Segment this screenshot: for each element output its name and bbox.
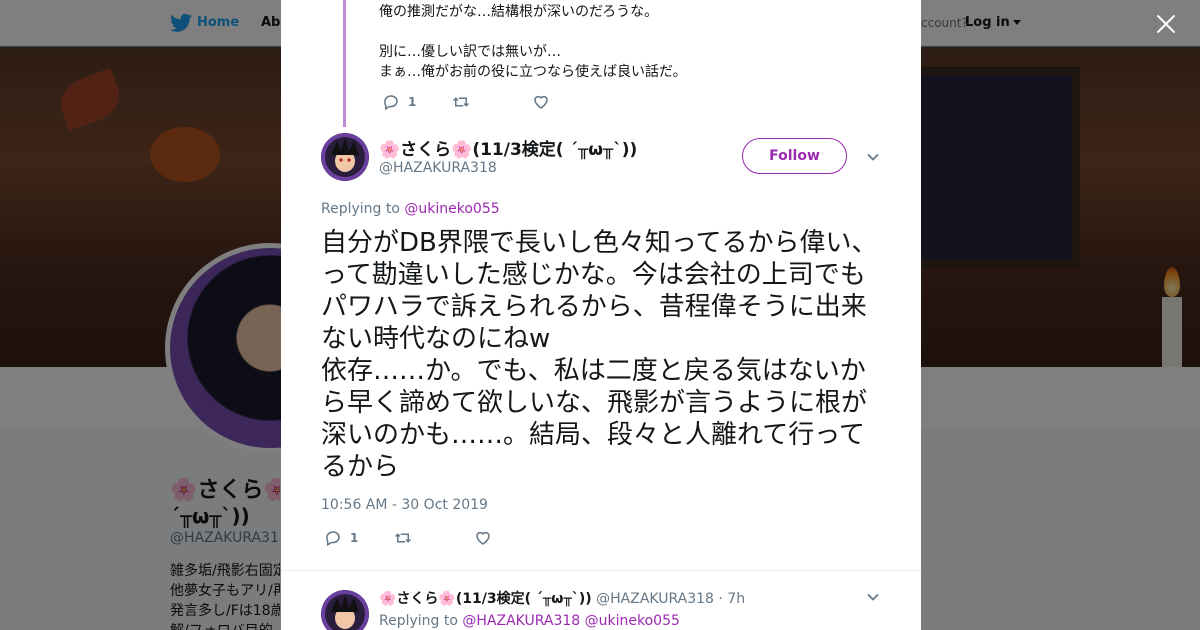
follow-button[interactable]: Follow [742,138,847,174]
previous-tweet-line [379,22,687,42]
previous-tweet-line: 俺の推測だがな…結構根が深いのだろうな。 [379,4,659,20]
author-avatar[interactable] [321,133,369,181]
previous-tweet-line: 別に…優しい訳では無いが… [379,44,561,60]
reply-divider [281,570,921,571]
like-button[interactable] [474,529,510,547]
like-button[interactable] [532,93,568,111]
reply-author-name[interactable]: 🌸さくら🌸(11/3検定( ´╥ω╥`)) [379,591,592,607]
reply-icon [384,95,398,111]
tweet-text: 自分がDB界隈で長いし色々知ってるから偉い、って勘違いした感じかな。今は会社の上… [321,228,878,482]
reply-author-avatar[interactable] [321,590,369,630]
reply-icon [326,531,340,547]
reply-count: 1 [408,95,417,109]
reply-header: 🌸さくら🌸(11/3検定( ´╥ω╥`)) @HAZAKURA318 · 7h [379,588,745,608]
author-avatar-image [321,133,369,181]
close-icon[interactable] [1152,10,1180,38]
retweet-button[interactable] [394,529,430,547]
reply-button[interactable]: 1 [382,93,418,111]
reply-time[interactable]: · 7h [718,591,745,607]
retweet-icon [452,97,470,107]
replying-to-user-link[interactable]: @HAZAKURA318 [462,613,580,629]
replying-to-line: Replying to @ukineko055 [321,201,500,217]
tweet-permalink-modal: 俺の推測だがな…結構根が深いのだろうな。 別に…優しい訳では無いが… まぁ…俺が… [281,0,921,630]
retweet-button[interactable] [452,93,488,111]
tweet-timestamp[interactable]: 10:56 AM - 30 Oct 2019 [321,497,488,513]
reply-button[interactable]: 1 [324,529,360,547]
thread-connector-line [343,0,346,127]
replying-to-prefix: Replying to [379,613,458,629]
reply-replying-to-line: Replying to @HAZAKURA318 @ukineko055 [379,613,680,629]
replying-to-user-link[interactable]: @ukineko055 [404,201,499,217]
reply-count: 1 [350,531,359,545]
reply-author-handle[interactable]: @HAZAKURA318 [596,591,714,607]
replying-to-user-link[interactable]: @ukineko055 [585,613,680,629]
chevron-down-icon[interactable] [866,590,880,604]
chevron-down-icon[interactable] [866,150,880,164]
author-handle[interactable]: @HAZAKURA318 [379,160,497,176]
previous-tweet-line: まぁ…俺がお前の役に立つなら使えば良い話だ。 [379,64,687,80]
author-display-name[interactable]: 🌸さくら🌸(11/3検定( ´╥ω╥`)) [379,135,637,160]
previous-tweet-actions: 1 [382,93,594,111]
retweet-icon [394,533,412,543]
reply-author-avatar-image [321,590,369,630]
like-icon [534,95,548,109]
replying-to-prefix: Replying to [321,201,400,217]
like-icon [476,531,490,545]
tweet-actions: 1 [324,529,536,547]
previous-tweet-text: 俺の推測だがな…結構根が深いのだろうな。 別に…優しい訳では無いが… まぁ…俺が… [379,2,687,82]
